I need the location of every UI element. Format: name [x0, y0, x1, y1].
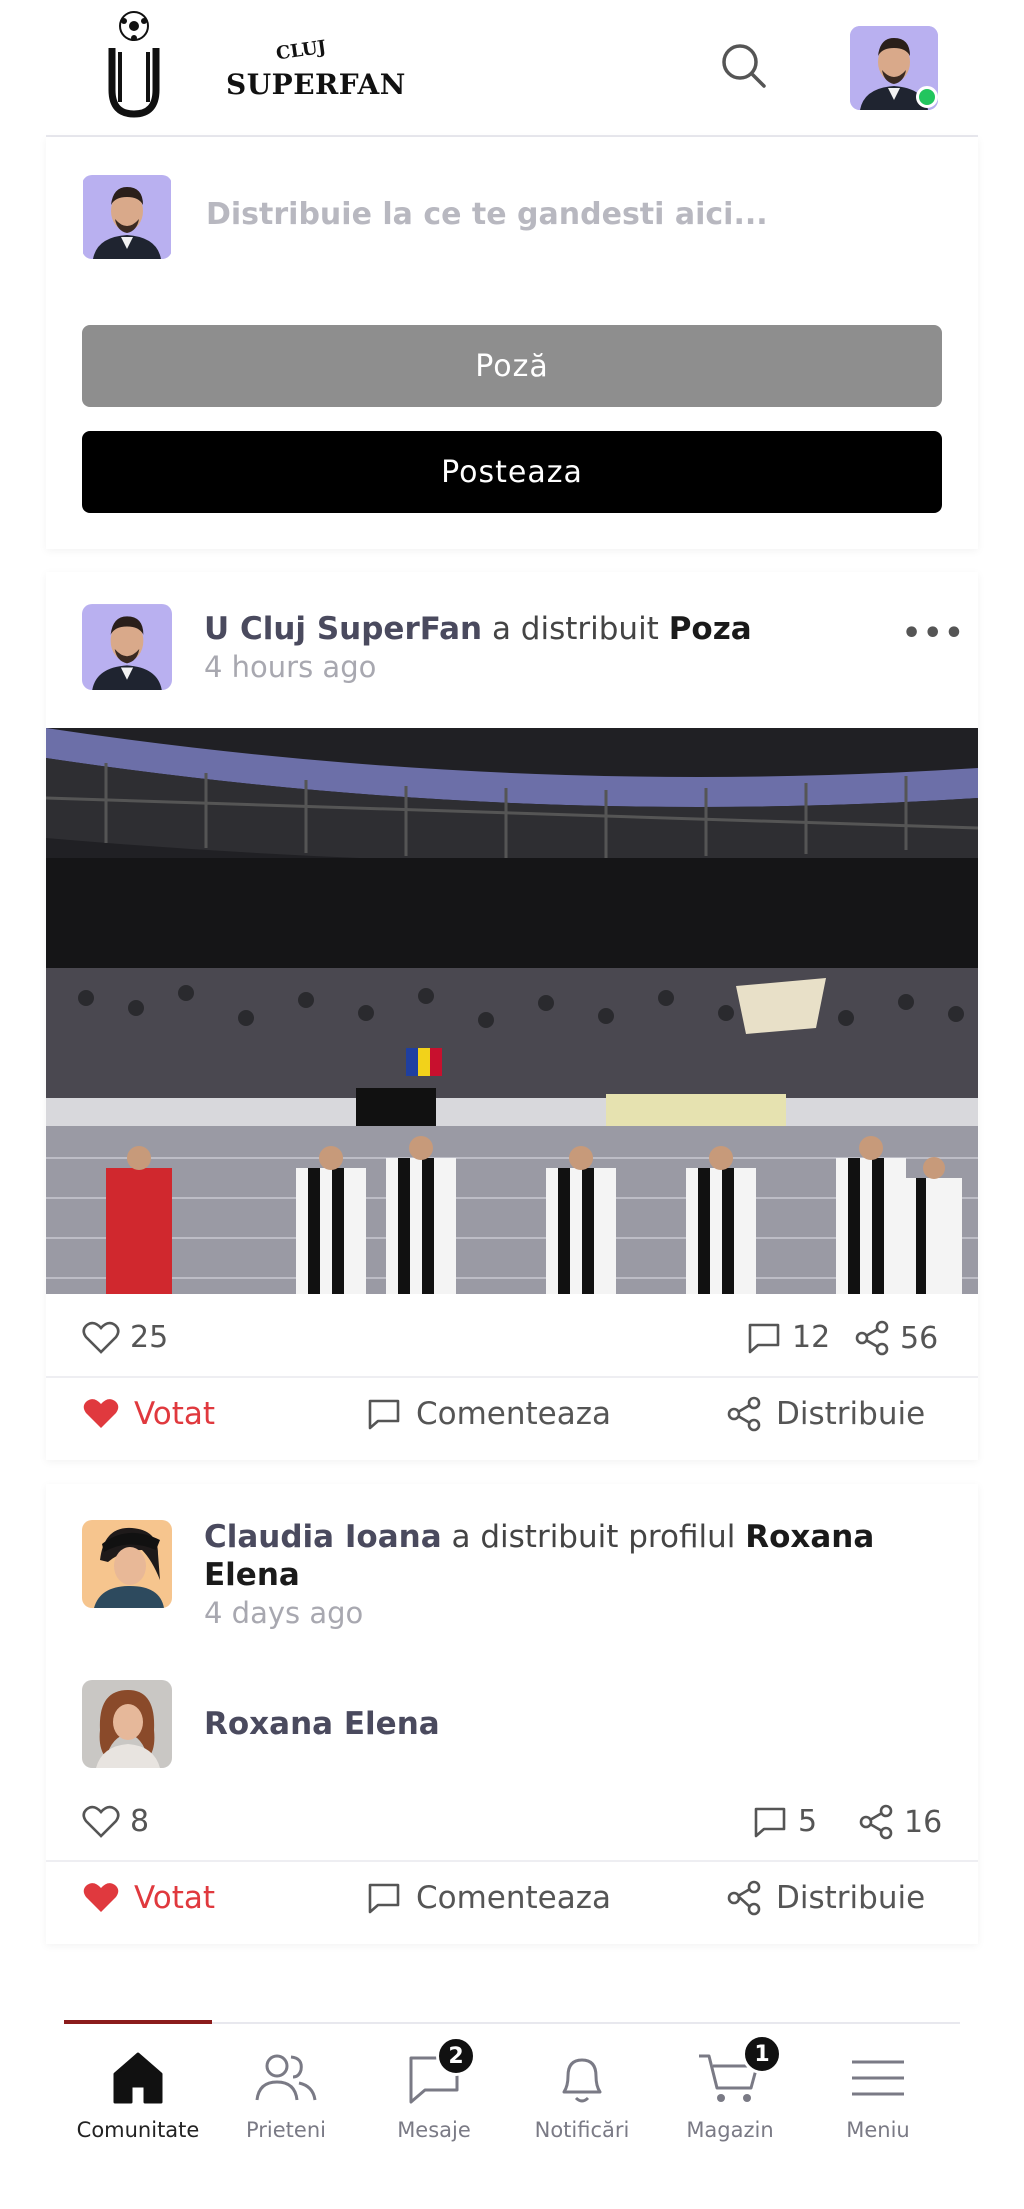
comment-icon: [368, 1883, 400, 1914]
like-count[interactable]: 25: [82, 1320, 168, 1355]
share-count[interactable]: 16: [858, 1804, 942, 1840]
user-portrait-icon: [82, 1680, 172, 1768]
post-timestamp: 4 hours ago: [204, 650, 377, 684]
comment-count-value: 12: [792, 1320, 831, 1355]
post-verb: a distribuit: [491, 611, 659, 647]
comment-button[interactable]: Comenteaza: [366, 1880, 611, 1916]
comment-count[interactable]: 5: [752, 1804, 817, 1839]
post-composer: Distribuie la ce te gandesti aici... Poz…: [46, 137, 978, 549]
share-icon: [855, 1320, 889, 1356]
logo-mark-icon: [108, 11, 160, 118]
share-button[interactable]: Distribuie: [726, 1396, 925, 1432]
divider: [46, 1376, 978, 1378]
share-icon: [727, 1880, 761, 1916]
post-timestamp: 4 days ago: [204, 1596, 364, 1630]
composer-input[interactable]: Distribuie la ce te gandesti aici...: [206, 197, 768, 232]
online-status-dot: [916, 86, 938, 108]
home-icon: [113, 2052, 163, 2104]
add-photo-button[interactable]: Poză: [82, 325, 942, 407]
nav-label: Notificări: [534, 2118, 630, 2142]
user-portrait-icon: [83, 175, 171, 259]
post-stats: 25 12 56: [46, 1312, 978, 1372]
share-button[interactable]: Distribuie: [726, 1880, 925, 1916]
like-count-value: 8: [130, 1804, 150, 1839]
vote-button[interactable]: Votat: [82, 1880, 215, 1916]
post-author-avatar[interactable]: [82, 604, 172, 690]
share-icon: [727, 1396, 761, 1432]
comment-button[interactable]: Comenteaza: [366, 1396, 611, 1432]
post-stats: 8 5 16: [46, 1796, 978, 1856]
post-object[interactable]: Poza: [669, 611, 752, 647]
heart-filled-icon: [83, 1883, 119, 1912]
bell-icon: [562, 2058, 602, 2103]
cart-badge: 1: [742, 2034, 782, 2074]
post-actions: Votat Comenteaza Distribuie: [46, 1870, 978, 1940]
comment-icon: [368, 1399, 400, 1430]
feed-post: U Cluj SuperFan a distribuit Poza 4 hour…: [46, 572, 978, 1460]
nav-label: Meniu: [846, 2118, 910, 2142]
share-label: Distribuie: [776, 1396, 926, 1432]
post-verb: a distribuit profilul: [451, 1519, 736, 1555]
app-logo[interactable]: CLUJ SUPERFAN: [90, 10, 405, 120]
stadium-photo-image: [46, 728, 978, 1294]
top-header: CLUJ SUPERFAN: [46, 0, 978, 137]
feed-post: Claudia Ioana a distribuit profilul Roxa…: [46, 1484, 978, 1944]
nav-item-mesaje[interactable]: 2 Mesaje: [360, 2024, 508, 2160]
shared-profile-avatar[interactable]: [82, 1680, 172, 1768]
post-object-line2[interactable]: Elena: [204, 1557, 300, 1593]
vote-label: Votat: [134, 1880, 216, 1916]
post-header-text: Claudia Ioana a distribuit profilul Roxa…: [204, 1518, 924, 1594]
share-icon: [859, 1804, 893, 1840]
share-count-value: 56: [900, 1320, 939, 1356]
nav-item-notificari[interactable]: Notificări: [508, 2024, 656, 2160]
search-icon: [722, 44, 766, 88]
post-actions: Votat Comenteaza Distribuie: [46, 1386, 978, 1456]
active-indicator: [64, 2020, 212, 2024]
brand-name-text: SUPERFAN: [226, 68, 406, 101]
friends-icon: [255, 2054, 317, 2101]
vote-button[interactable]: Votat: [82, 1396, 215, 1432]
menu-icon: [852, 2060, 904, 2096]
comment-label: Comenteaza: [416, 1396, 612, 1432]
shared-profile-name[interactable]: Roxana Elena: [204, 1706, 440, 1742]
nav-item-magazin[interactable]: 1 Magazin: [656, 2024, 804, 2160]
heart-filled-icon: [83, 1399, 119, 1428]
post-author-name[interactable]: U Cluj SuperFan: [204, 611, 482, 647]
nav-label: Magazin: [686, 2118, 774, 2142]
composer-avatar: [82, 175, 172, 259]
comment-count[interactable]: 12: [746, 1320, 830, 1355]
more-options-icon[interactable]: •••: [902, 616, 966, 651]
bottom-navigation: Comunitate Prieteni 2 Mesaje Notificări …: [64, 2020, 960, 2160]
nav-item-meniu[interactable]: Meniu: [804, 2024, 952, 2160]
user-portrait-icon: [82, 604, 172, 690]
post-author-avatar[interactable]: [82, 1520, 172, 1608]
nav-label: Mesaje: [397, 2118, 471, 2142]
nav-item-prieteni[interactable]: Prieteni: [212, 2024, 360, 2160]
share-count[interactable]: 56: [854, 1320, 938, 1356]
comment-label: Comenteaza: [416, 1880, 612, 1916]
post-photo[interactable]: [46, 728, 978, 1294]
messages-badge: 2: [436, 2036, 476, 2076]
search-button[interactable]: [714, 36, 774, 96]
like-count-value: 25: [130, 1320, 169, 1355]
divider: [46, 1860, 978, 1862]
heart-outline-icon: [82, 1805, 120, 1838]
heart-outline-icon: [82, 1321, 120, 1354]
post-author-name[interactable]: Claudia Ioana: [204, 1519, 442, 1555]
post-button[interactable]: Posteaza: [82, 431, 942, 513]
nav-item-comunitate[interactable]: Comunitate: [64, 2020, 212, 2160]
nav-label: Comunitate: [76, 2118, 200, 2142]
post-header-text: U Cluj SuperFan a distribuit Poza: [204, 610, 752, 648]
post-object[interactable]: Roxana: [745, 1519, 874, 1555]
comment-count-value: 5: [798, 1804, 818, 1839]
nav-label: Prieteni: [246, 2118, 326, 2142]
share-label: Distribuie: [776, 1880, 926, 1916]
vote-label: Votat: [134, 1396, 216, 1432]
comment-icon: [754, 1807, 786, 1837]
user-portrait-icon: [82, 1520, 172, 1608]
share-count-value: 16: [904, 1804, 943, 1840]
comment-icon: [748, 1323, 780, 1353]
like-count[interactable]: 8: [82, 1804, 149, 1839]
